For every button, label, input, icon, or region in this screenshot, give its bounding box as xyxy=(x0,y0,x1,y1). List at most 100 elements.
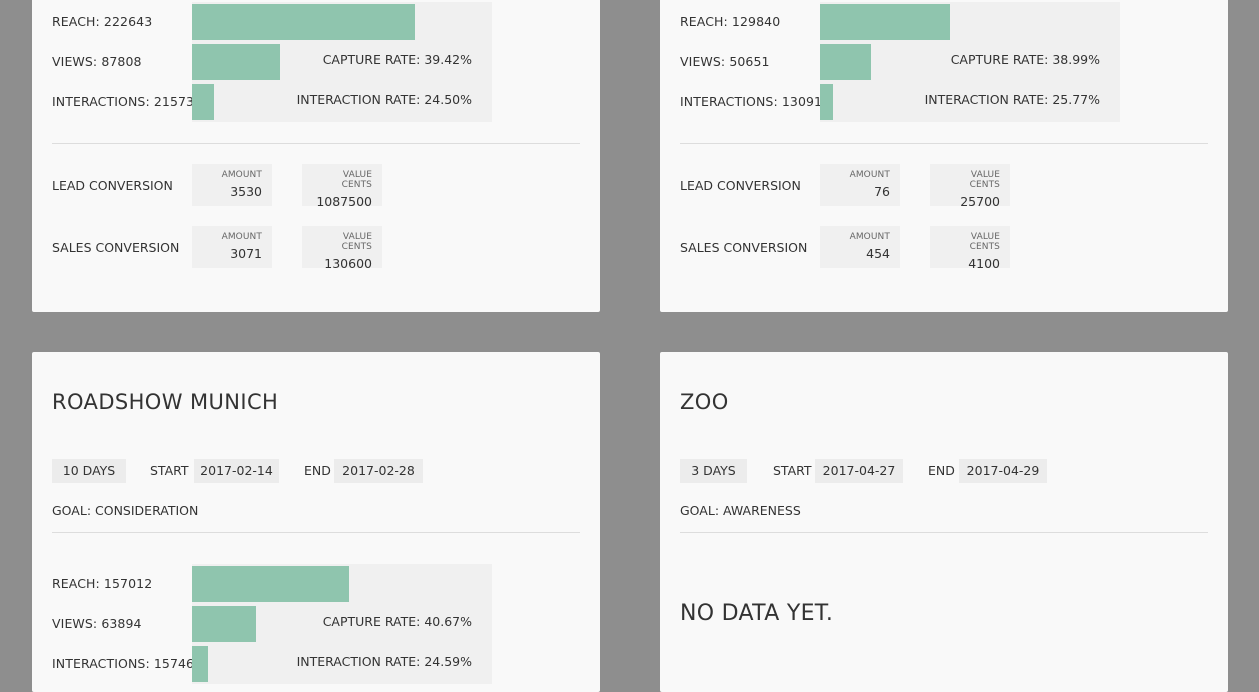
metrics-panel: REACH: 157012 VIEWS: 63894 CAPTURE RATE:… xyxy=(52,564,512,686)
start-label: START xyxy=(150,463,189,478)
interaction-rate: INTERACTION RATE: 25.77% xyxy=(924,92,1100,107)
campaign-card: ROADSHOW MUNICH 10 DAYS START 2017-02-14… xyxy=(32,352,600,692)
campaign-title: ZOO xyxy=(680,390,729,414)
views-label: VIEWS: 50651 xyxy=(680,54,770,69)
views-bar-track: CAPTURE RATE: 39.42% xyxy=(192,42,492,82)
sales-value-cents: 4100 xyxy=(968,256,1000,271)
amount-caption: AMOUNT xyxy=(221,170,262,180)
start-date: 2017-04-27 xyxy=(815,459,903,483)
views-bar-track: CAPTURE RATE: 40.67% xyxy=(192,604,492,644)
interactions-row: INTERACTIONS: 21573 INTERACTION RATE: 24… xyxy=(52,82,492,122)
lead-value-cents: 1087500 xyxy=(316,194,372,209)
interactions-label: INTERACTIONS: 15746 xyxy=(52,656,195,671)
sales-conversion-row: SALES CONVERSION AMOUNT 3071 VALUE CENTS… xyxy=(52,226,452,271)
divider xyxy=(52,143,580,144)
lead-value-box: VALUE CENTS 25700 xyxy=(930,164,1010,209)
views-label: VIEWS: 87808 xyxy=(52,54,142,69)
end-label: END xyxy=(928,463,955,478)
sales-conversion-row: SALES CONVERSION AMOUNT 454 VALUE CENTS … xyxy=(680,226,1080,271)
reach-bar-track xyxy=(192,564,492,604)
views-bar xyxy=(192,606,256,642)
interactions-bar xyxy=(192,84,214,120)
interactions-bar xyxy=(192,646,208,682)
sales-conversion-label: SALES CONVERSION xyxy=(52,240,180,255)
views-bar-track: CAPTURE RATE: 38.99% xyxy=(820,42,1120,82)
reach-row: REACH: 129840 xyxy=(680,2,1120,42)
lead-amount-box: AMOUNT 76 xyxy=(820,164,900,206)
value-cents-caption: VALUE CENTS xyxy=(341,232,372,252)
reach-label: REACH: 157012 xyxy=(52,576,153,591)
campaign-card: REACH: 129840 VIEWS: 50651 CAPTURE RATE:… xyxy=(660,0,1228,312)
lead-conversion-label: LEAD CONVERSION xyxy=(680,178,801,193)
interactions-bar-track: INTERACTION RATE: 24.59% xyxy=(192,644,492,684)
value-cents-caption: VALUE CENTS xyxy=(969,170,1000,190)
lead-amount-value: 3530 xyxy=(230,184,262,199)
start-date: 2017-02-14 xyxy=(194,459,279,483)
sales-amount-value: 454 xyxy=(866,246,890,261)
sales-value-box: VALUE CENTS 4100 xyxy=(930,226,1010,271)
lead-conversion-row: LEAD CONVERSION AMOUNT 76 VALUE CENTS 25… xyxy=(680,164,1080,209)
capture-rate: CAPTURE RATE: 38.99% xyxy=(950,52,1100,67)
reach-label: REACH: 129840 xyxy=(680,14,781,29)
end-date: 2017-04-29 xyxy=(959,459,1047,483)
sales-value-box: VALUE CENTS 130600 xyxy=(302,226,382,271)
metrics-panel: REACH: 129840 VIEWS: 50651 CAPTURE RATE:… xyxy=(680,2,1140,124)
lead-amount-box: AMOUNT 3530 xyxy=(192,164,272,206)
campaign-title: ROADSHOW MUNICH xyxy=(52,390,279,414)
campaign-card: ZOO 3 DAYS START 2017-04-27 END 2017-04-… xyxy=(660,352,1228,692)
capture-rate: CAPTURE RATE: 39.42% xyxy=(322,52,472,67)
interaction-rate: INTERACTION RATE: 24.59% xyxy=(296,654,472,669)
no-data-message: NO DATA YET. xyxy=(680,601,834,626)
interactions-bar xyxy=(820,84,833,120)
views-row: VIEWS: 87808 CAPTURE RATE: 39.42% xyxy=(52,42,492,82)
sales-amount-value: 3071 xyxy=(230,246,262,261)
views-label: VIEWS: 63894 xyxy=(52,616,142,631)
sales-amount-box: AMOUNT 454 xyxy=(820,226,900,268)
reach-bar xyxy=(820,4,950,40)
views-bar xyxy=(820,44,871,80)
lead-value-box: VALUE CENTS 1087500 xyxy=(302,164,382,209)
divider xyxy=(680,532,1208,533)
amount-caption: AMOUNT xyxy=(849,170,890,180)
campaign-card: REACH: 222643 VIEWS: 87808 CAPTURE RATE:… xyxy=(32,0,600,312)
reach-row: REACH: 222643 xyxy=(52,2,492,42)
views-bar xyxy=(192,44,280,80)
reach-row: REACH: 157012 xyxy=(52,564,492,604)
sales-conversion-label: SALES CONVERSION xyxy=(680,240,808,255)
date-row: 3 DAYS START 2017-04-27 END 2017-04-29 xyxy=(680,459,1180,483)
lead-amount-value: 76 xyxy=(874,184,890,199)
reach-label: REACH: 222643 xyxy=(52,14,153,29)
value-cents-caption: VALUE CENTS xyxy=(341,170,372,190)
start-label: START xyxy=(773,463,812,478)
reach-bar-track xyxy=(820,2,1120,42)
lead-conversion-label: LEAD CONVERSION xyxy=(52,178,173,193)
campaign-goal: GOAL: CONSIDERATION xyxy=(52,503,199,518)
interactions-bar-track: INTERACTION RATE: 25.77% xyxy=(820,82,1120,122)
date-row: 10 DAYS START 2017-02-14 END 2017-02-28 xyxy=(52,459,552,483)
interaction-rate: INTERACTION RATE: 24.50% xyxy=(296,92,472,107)
divider xyxy=(680,143,1208,144)
interactions-label: INTERACTIONS: 13091 xyxy=(680,94,823,109)
divider xyxy=(52,532,580,533)
views-row: VIEWS: 50651 CAPTURE RATE: 38.99% xyxy=(680,42,1120,82)
sales-amount-box: AMOUNT 3071 xyxy=(192,226,272,268)
sales-value-cents: 130600 xyxy=(324,256,372,271)
metrics-panel: REACH: 222643 VIEWS: 87808 CAPTURE RATE:… xyxy=(52,2,512,124)
reach-bar xyxy=(192,566,349,602)
reach-bar xyxy=(192,4,415,40)
end-label: END xyxy=(304,463,331,478)
amount-caption: AMOUNT xyxy=(849,232,890,242)
campaign-goal: GOAL: AWARENESS xyxy=(680,503,801,518)
amount-caption: AMOUNT xyxy=(221,232,262,242)
lead-value-cents: 25700 xyxy=(960,194,1000,209)
lead-conversion-row: LEAD CONVERSION AMOUNT 3530 VALUE CENTS … xyxy=(52,164,452,209)
duration-badge: 3 DAYS xyxy=(680,459,747,483)
duration-badge: 10 DAYS xyxy=(52,459,126,483)
reach-bar-track xyxy=(192,2,492,42)
value-cents-caption: VALUE CENTS xyxy=(969,232,1000,252)
views-row: VIEWS: 63894 CAPTURE RATE: 40.67% xyxy=(52,604,492,644)
interactions-bar-track: INTERACTION RATE: 24.50% xyxy=(192,82,492,122)
interactions-label: INTERACTIONS: 21573 xyxy=(52,94,195,109)
capture-rate: CAPTURE RATE: 40.67% xyxy=(322,614,472,629)
interactions-row: INTERACTIONS: 13091 INTERACTION RATE: 25… xyxy=(680,82,1120,122)
